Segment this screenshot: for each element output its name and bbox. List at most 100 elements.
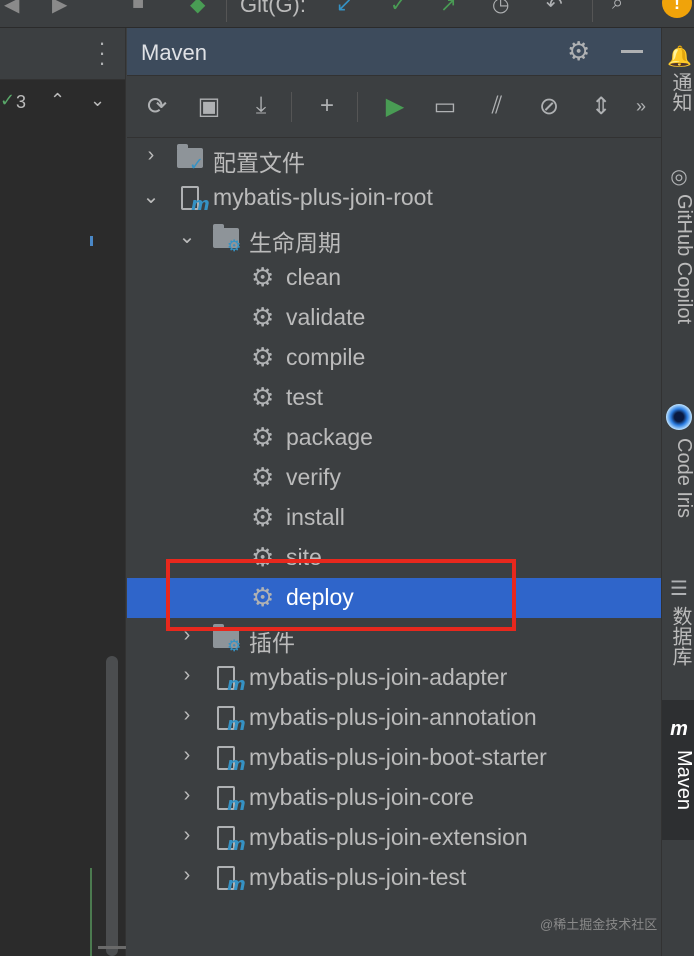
goal-label: test bbox=[286, 384, 324, 410]
bell-icon: 🔔 bbox=[667, 46, 692, 68]
maven-toolbar: ⟳ ▣ ⤓ + ▶ ▭ ⫽ ⊘ ⇕ » bbox=[127, 76, 661, 138]
maven-header: Maven ⚙ bbox=[127, 28, 661, 76]
add-icon[interactable]: + bbox=[311, 90, 343, 122]
git-push-icon[interactable]: ↗ bbox=[440, 0, 457, 17]
tree-item-module[interactable]: › m mybatis-plus-join-extension bbox=[127, 818, 661, 858]
toolbar-divider bbox=[357, 92, 358, 122]
chevron-right-icon[interactable]: › bbox=[177, 784, 197, 807]
toggle-offline-icon[interactable]: ⫽ bbox=[481, 90, 513, 122]
goal-label: install bbox=[286, 504, 345, 530]
tree-item-lifecycle[interactable]: ⌄ ⚙ 生命周期 bbox=[127, 218, 661, 258]
tree-item-module[interactable]: › m mybatis-plus-join-test bbox=[127, 858, 661, 898]
editor-header: · · · bbox=[0, 28, 125, 80]
stop-icon[interactable]: ■ bbox=[132, 0, 144, 15]
chevron-right-icon[interactable]: › bbox=[177, 664, 197, 687]
check-icon: ✓ bbox=[0, 90, 16, 110]
chevron-down-icon[interactable]: ⌄ bbox=[177, 224, 197, 249]
toolbar-divider bbox=[291, 92, 292, 122]
tab-notifications[interactable]: 通知 bbox=[662, 72, 694, 142]
goal-label: clean bbox=[286, 264, 341, 290]
tree-item-label: 生命周期 bbox=[249, 230, 341, 256]
chevron-down-icon[interactable]: ⌄ bbox=[141, 184, 161, 209]
highlight-annotation bbox=[166, 559, 516, 631]
tree-item-profiles[interactable]: › ✓ 配置文件 bbox=[127, 138, 661, 178]
chevron-right-icon[interactable]: › bbox=[177, 824, 197, 847]
tree-item-label: mybatis-plus-join-test bbox=[249, 864, 467, 890]
iris-icon bbox=[666, 404, 692, 430]
goal-label: compile bbox=[286, 344, 366, 370]
tree-item-module[interactable]: › m mybatis-plus-join-boot-starter bbox=[127, 738, 661, 778]
editor-scrollbar[interactable] bbox=[106, 656, 118, 956]
tab-database[interactable]: 数据库 bbox=[662, 606, 694, 696]
goal-label: verify bbox=[286, 464, 341, 490]
git-commit-icon[interactable]: ✓ bbox=[390, 0, 407, 17]
back-icon[interactable]: ◀ bbox=[4, 0, 19, 17]
ide-main-toolbar: ◀ ▶ ■ ◆ Git(G): ↙ ✓ ↗ ◷ ↶ ⌕ ! bbox=[0, 0, 694, 28]
reload-icon[interactable]: ⟳ bbox=[141, 90, 173, 122]
update-badge-icon[interactable]: ! bbox=[662, 0, 692, 18]
download-icon[interactable]: ⤓ bbox=[245, 90, 277, 122]
tree-item-label: mybatis-plus-join-extension bbox=[249, 824, 528, 850]
tree-item-module[interactable]: › m mybatis-plus-join-annotation bbox=[127, 698, 661, 738]
chevron-right-icon[interactable]: › bbox=[177, 864, 197, 887]
run-config-icon[interactable]: ◆ bbox=[190, 0, 205, 17]
tree-item-goal-verify[interactable]: ⚙ verify bbox=[127, 458, 661, 498]
tree-item-module[interactable]: › m mybatis-plus-join-core bbox=[127, 778, 661, 818]
tree-item-label: mybatis-plus-join-core bbox=[249, 784, 474, 810]
maven-module-icon: m bbox=[215, 744, 246, 775]
execute-goal-icon[interactable]: ▭ bbox=[429, 90, 461, 122]
lifecycle-folder-icon: ⚙ bbox=[213, 224, 243, 255]
run-icon[interactable]: ▶ bbox=[379, 90, 411, 122]
history-icon[interactable]: ◷ bbox=[492, 0, 509, 17]
more-options-icon[interactable]: · · · bbox=[92, 32, 112, 74]
chevron-right-icon[interactable]: › bbox=[177, 744, 197, 767]
rollback-icon[interactable]: ↶ bbox=[546, 0, 563, 17]
skip-tests-icon[interactable]: ⊘ bbox=[533, 90, 565, 122]
tree-item-goal-test[interactable]: ⚙ test bbox=[127, 378, 661, 418]
next-problem-icon[interactable]: ⌄ bbox=[90, 90, 105, 111]
scroll-marker bbox=[98, 946, 126, 949]
vcs-marker bbox=[90, 868, 92, 956]
tab-code-iris[interactable]: Code Iris bbox=[662, 438, 694, 548]
generate-sources-icon[interactable]: ▣ bbox=[193, 90, 225, 122]
maven-module-icon: m bbox=[215, 664, 246, 695]
tree-item-goal-package[interactable]: ⚙ package bbox=[127, 418, 661, 458]
gear-icon[interactable]: ⚙ bbox=[567, 36, 590, 67]
tree-item-label: mybatis-plus-join-boot-starter bbox=[249, 744, 547, 770]
inspection-bar: ✓ 3 ⌃ ⌄ bbox=[0, 90, 126, 120]
git-update-icon[interactable]: ↙ bbox=[336, 0, 353, 17]
tree-item-goal-install[interactable]: ⚙ install bbox=[127, 498, 661, 538]
editor-pane: · · · ✓ 3 ⌃ ⌄ bbox=[0, 28, 126, 956]
tree-item-label: 配置文件 bbox=[213, 150, 305, 176]
toolbar-divider bbox=[226, 0, 227, 22]
chevron-right-icon[interactable]: › bbox=[177, 704, 197, 727]
tree-item-root-project[interactable]: ⌄ m mybatis-plus-join-root bbox=[127, 178, 661, 218]
chevron-right-icon[interactable]: › bbox=[141, 144, 161, 167]
change-marker bbox=[90, 236, 93, 246]
tab-github-copilot[interactable]: GitHub Copilot bbox=[662, 194, 694, 394]
tree-item-label: mybatis-plus-join-root bbox=[213, 184, 433, 210]
tree-item-module[interactable]: › m mybatis-plus-join-adapter bbox=[127, 658, 661, 698]
maven-module-icon: m bbox=[215, 824, 246, 855]
database-icon: ☰ bbox=[670, 578, 688, 600]
gear-icon: ⚙ bbox=[251, 342, 275, 372]
previous-problem-icon[interactable]: ⌃ bbox=[50, 90, 65, 111]
forward-icon[interactable]: ▶ bbox=[52, 0, 67, 17]
tree-item-label: mybatis-plus-join-adapter bbox=[249, 664, 508, 690]
maven-title: Maven bbox=[141, 40, 208, 65]
tree-item-goal-validate[interactable]: ⚙ validate bbox=[127, 298, 661, 338]
gear-icon: ⚙ bbox=[251, 302, 275, 332]
tree-item-goal-compile[interactable]: ⚙ compile bbox=[127, 338, 661, 378]
more-icon[interactable]: » bbox=[625, 90, 657, 122]
gear-icon: ⚙ bbox=[251, 502, 275, 532]
copilot-icon: ◎ bbox=[670, 166, 688, 188]
git-label: Git(G): bbox=[240, 0, 306, 17]
maven-module-icon: m bbox=[215, 784, 246, 815]
search-icon[interactable]: ⌕ bbox=[612, 0, 623, 15]
maven-tool-window: Maven ⚙ ⟳ ▣ ⤓ + ▶ ▭ ⫽ ⊘ ⇕ » › ✓ 配置文件 ⌄ m bbox=[127, 28, 661, 956]
problem-count: 3 bbox=[16, 92, 27, 112]
tree-item-goal-clean[interactable]: ⚙ clean bbox=[127, 258, 661, 298]
collapse-all-icon[interactable]: ⇕ bbox=[585, 90, 617, 122]
minimize-icon[interactable] bbox=[621, 50, 643, 53]
watermark: @稀土掘金技术社区 bbox=[540, 917, 658, 932]
